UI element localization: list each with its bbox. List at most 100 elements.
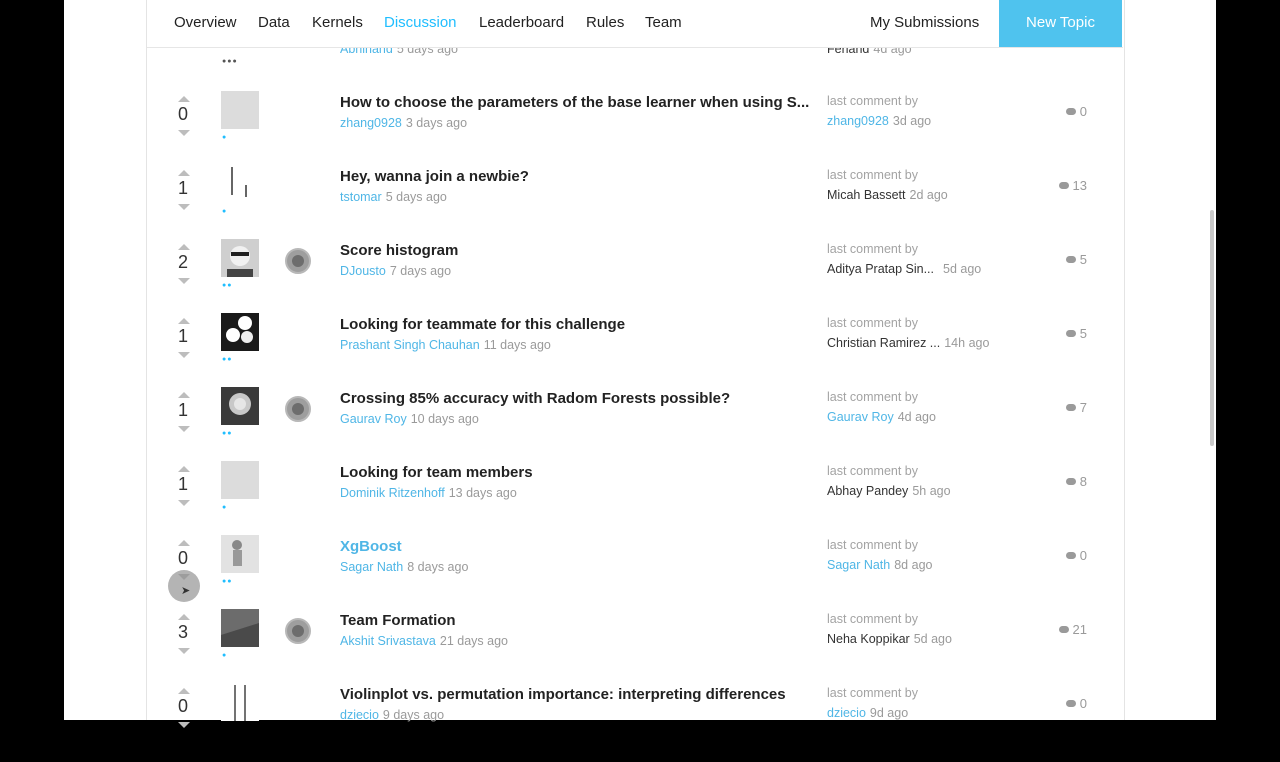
topic-row[interactable]: 0 ●● XgBoost Sagar Nath 8 days ago last c…	[147, 535, 1123, 614]
last-commenter-link[interactable]: dziecio	[827, 706, 866, 720]
topic-row[interactable]: 1 ●● Crossing 85% accuracy with Radom Fo…	[147, 387, 1123, 466]
author-link[interactable]: Prashant Singh Chauhan	[340, 338, 480, 352]
comment-count[interactable]: 0	[1027, 696, 1087, 711]
upvote-arrow-icon[interactable]	[178, 540, 190, 546]
new-topic-button[interactable]: New Topic	[999, 0, 1122, 47]
topic-meta: Gaurav Roy 10 days ago	[340, 412, 479, 426]
last-commenter-link[interactable]: Abhay Pandey	[827, 484, 908, 498]
upvote-arrow-icon[interactable]	[178, 96, 190, 102]
upvote-arrow-icon[interactable]	[178, 318, 190, 324]
author-link[interactable]: Akshit Srivastava	[340, 634, 436, 648]
last-comment-user: dziecio 9d ago	[827, 706, 908, 720]
topic-age: 7 days ago	[389, 264, 452, 278]
tab-leaderboard[interactable]: Leaderboard	[479, 14, 564, 31]
topic-title[interactable]: How to choose the parameters of the base…	[340, 94, 810, 111]
author-link[interactable]: zhang0928	[340, 116, 402, 130]
last-commenter-link[interactable]: Gaurav Roy	[827, 410, 894, 424]
tier-dots: ●	[222, 134, 228, 141]
author-link[interactable]: Sagar Nath	[340, 560, 403, 574]
last-comment-label: last comment by	[827, 168, 919, 182]
last-commenter-link[interactable]: Aditya Pratap Sin...	[827, 262, 934, 276]
upvote-arrow-icon[interactable]	[178, 170, 190, 176]
competition-nav: Overview Data Kernels Discussion Leaderb…	[147, 0, 1123, 48]
avatar[interactable]	[221, 683, 259, 721]
topic-row[interactable]: 0 ● How to choose the parameters of the …	[147, 91, 1123, 170]
topic-title[interactable]: XgBoost	[340, 538, 810, 555]
tab-overview[interactable]: Overview	[174, 14, 237, 31]
comment-count[interactable]: 5	[1027, 252, 1087, 267]
avatar-face	[229, 393, 251, 415]
topic-row[interactable]: 3 ● Team Formation Akshit Srivastava 21 d…	[147, 609, 1123, 688]
comment-count-value: 0	[1079, 696, 1087, 711]
downvote-arrow-icon[interactable]	[178, 352, 190, 358]
comment-count[interactable]: 5	[1027, 326, 1087, 341]
upvote-arrow-icon[interactable]	[178, 244, 190, 250]
topic-row[interactable]: 0 Violinplot vs. permutation importance:…	[147, 683, 1123, 762]
tab-team[interactable]: Team	[645, 14, 682, 31]
avatar[interactable]	[221, 165, 259, 203]
avatar[interactable]	[221, 535, 259, 573]
topic-title[interactable]: Crossing 85% accuracy with Radom Forests…	[340, 390, 810, 407]
downvote-arrow-icon[interactable]	[178, 648, 190, 654]
tier-dots: ●●●	[222, 58, 238, 65]
comment-count[interactable]: 7	[1027, 400, 1087, 415]
my-submissions-link[interactable]: My Submissions	[870, 14, 979, 31]
tab-discussion[interactable]: Discussion	[384, 14, 457, 31]
last-commenter-link[interactable]: zhang0928	[827, 114, 889, 128]
last-comment-label: last comment by	[827, 316, 919, 330]
topic-row[interactable]: 1 ●● Looking for teammate for this chall…	[147, 313, 1123, 392]
vote-count: 1	[177, 474, 188, 494]
author-link[interactable]: Dominik Ritzenhoff	[340, 486, 445, 500]
author-link[interactable]: tstomar	[340, 190, 382, 204]
author-link[interactable]: DJousto	[340, 264, 386, 278]
topic-title[interactable]: Team Formation	[340, 612, 810, 629]
topic-row[interactable]: 2 ●● Score histogram DJousto 7 days ago l…	[147, 239, 1123, 318]
avatar[interactable]	[221, 91, 259, 129]
vote-count: 3	[177, 622, 188, 642]
last-commenter-link[interactable]: Neha Koppikar	[827, 632, 910, 646]
vote-count: 0	[177, 104, 188, 124]
avatar[interactable]	[221, 461, 259, 499]
downvote-arrow-icon[interactable]	[178, 722, 190, 728]
comment-count-value: 21	[1072, 622, 1087, 637]
tab-data[interactable]: Data	[258, 14, 290, 31]
topic-title[interactable]: Score histogram	[340, 242, 810, 259]
downvote-arrow-icon[interactable]	[178, 278, 190, 284]
topic-row[interactable]: 1 ● Looking for team members Dominik Rit…	[147, 461, 1123, 540]
upvote-arrow-icon[interactable]	[178, 614, 190, 620]
comment-count[interactable]: 0	[1027, 104, 1087, 119]
topic-title[interactable]: Looking for team members	[340, 464, 810, 481]
upvote-arrow-icon[interactable]	[178, 392, 190, 398]
comment-count[interactable]: 0	[1027, 548, 1087, 563]
downvote-arrow-icon[interactable]	[178, 426, 190, 432]
avatar[interactable]	[221, 239, 259, 277]
upvote-arrow-icon[interactable]	[178, 688, 190, 694]
avatar[interactable]	[221, 313, 259, 351]
scrollbar-thumb[interactable]	[1210, 210, 1214, 446]
avatar-figure	[232, 540, 242, 566]
tab-rules[interactable]: Rules	[586, 14, 624, 31]
last-commenter-link[interactable]: Christian Ramirez ...	[827, 336, 940, 350]
tab-kernels[interactable]: Kernels	[312, 14, 363, 31]
last-commenter-link[interactable]: Micah Bassett	[827, 188, 906, 202]
downvote-arrow-icon[interactable]	[178, 204, 190, 210]
comment-count[interactable]: 13	[1027, 178, 1087, 193]
comment-count[interactable]: 8	[1027, 474, 1087, 489]
comment-bubble-icon	[1058, 626, 1069, 633]
avatar[interactable]	[221, 387, 259, 425]
topic-row[interactable]: 1 ● Hey, wanna join a newbie? tstomar 5 d…	[147, 165, 1123, 244]
last-comment-age: 4d ago	[897, 410, 936, 424]
avatar-face	[227, 246, 253, 277]
topic-title[interactable]: Violinplot vs. permutation importance: i…	[340, 686, 810, 703]
downvote-arrow-icon[interactable]	[178, 130, 190, 136]
topic-meta: Prashant Singh Chauhan 11 days ago	[340, 338, 551, 352]
last-comment-user: Abhay Pandey 5h ago	[827, 484, 951, 498]
topic-title[interactable]: Hey, wanna join a newbie?	[340, 168, 810, 185]
topic-title[interactable]: Looking for teammate for this challenge	[340, 316, 810, 333]
downvote-arrow-icon[interactable]	[178, 500, 190, 506]
last-commenter-link[interactable]: Sagar Nath	[827, 558, 890, 572]
upvote-arrow-icon[interactable]	[178, 466, 190, 472]
comment-count[interactable]: 21	[1027, 622, 1087, 637]
author-link[interactable]: Gaurav Roy	[340, 412, 407, 426]
avatar[interactable]	[221, 609, 259, 647]
